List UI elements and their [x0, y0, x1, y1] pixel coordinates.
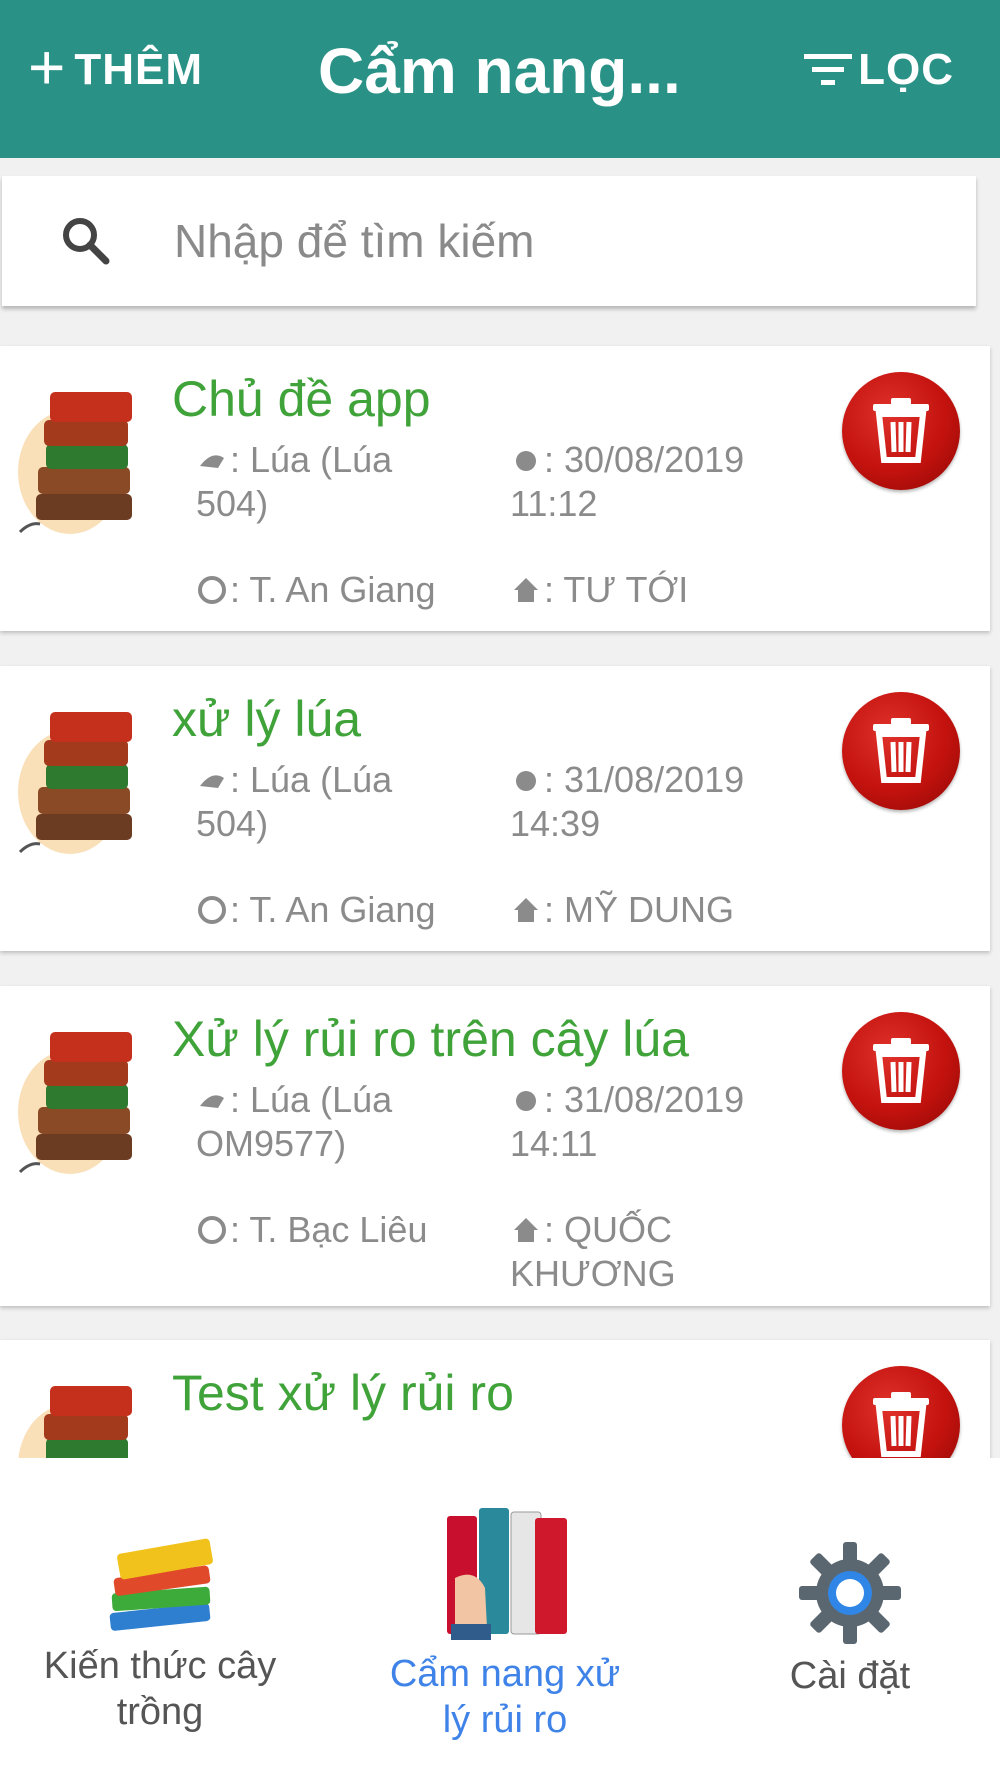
list-item[interactable]: Chủ đề app : Lúa (Lúa 504) : 30/08/2019 …	[0, 346, 990, 631]
globe-icon	[198, 896, 226, 924]
add-button[interactable]: + THÊM	[28, 35, 204, 100]
globe-icon	[198, 1216, 226, 1244]
crop-icon	[200, 1095, 224, 1108]
crop-icon	[200, 775, 224, 788]
trash-icon	[873, 718, 929, 783]
item-province-value: T. An Giang	[249, 569, 436, 610]
home-icon	[514, 898, 538, 922]
item-datetime-value: 31/08/2019 14:39	[510, 759, 745, 844]
list-item[interactable]: Test xử lý rủi ro	[0, 1340, 990, 1458]
bug-icon	[516, 771, 536, 791]
trash-icon	[873, 1038, 929, 1103]
plus-icon: +	[28, 31, 67, 103]
home-icon	[514, 1218, 538, 1242]
item-datetime: : 31/08/2019 14:39	[510, 759, 745, 844]
tab-settings[interactable]: Cài đặt	[740, 1538, 960, 1699]
item-title: Xử lý rủi ro trên cây lúa	[172, 1011, 689, 1067]
item-province-value: T. Bạc Liêu	[249, 1209, 428, 1250]
item-farm: : MỸ DUNG	[510, 888, 800, 932]
item-crop: : Lúa (Lúa OM9577)	[196, 1079, 393, 1164]
delete-button[interactable]	[842, 1366, 960, 1458]
filter-button-label: LỌC	[858, 45, 954, 94]
tab-handbook[interactable]: Cẩm nang xử lý rủi ro	[360, 1498, 650, 1743]
add-button-label: THÊM	[74, 45, 204, 94]
tab-settings-label: Cài đặt	[789, 1655, 911, 1697]
item-farm-value: MỸ DUNG	[564, 889, 735, 930]
book-stack-icon	[18, 1032, 132, 1174]
search-bar	[2, 176, 976, 306]
handbook-list: Chủ đề app : Lúa (Lúa 504) : 30/08/2019 …	[0, 330, 1000, 1458]
item-datetime-value: 31/08/2019 14:11	[510, 1079, 745, 1164]
delete-button[interactable]	[842, 692, 960, 810]
item-province: : T. An Giang	[196, 568, 496, 612]
item-datetime: : 30/08/2019 11:12	[510, 439, 745, 524]
tab-knowledge[interactable]: Kiến thức cây trồng	[20, 1528, 300, 1735]
tab-knowledge-label: Kiến thức cây trồng	[43, 1645, 277, 1733]
home-icon	[514, 578, 538, 602]
gear-icon	[799, 1542, 901, 1644]
filter-icon	[804, 54, 853, 85]
handbook-icon	[447, 1508, 567, 1640]
item-farm: : TƯ TỚI	[510, 568, 800, 612]
list-item[interactable]: xử lý lúa : Lúa (Lúa 504) : 31/08/2019 1…	[0, 666, 990, 951]
item-crop: : Lúa (Lúa 504)	[196, 759, 393, 844]
item-datetime-value: 30/08/2019 11:12	[510, 439, 745, 524]
item-farm: : QUỐC KHƯƠNG	[510, 1209, 676, 1294]
bug-icon	[516, 451, 536, 471]
item-title: Chủ đề app	[172, 371, 431, 427]
book-stack-icon	[18, 1386, 132, 1458]
search-input[interactable]	[172, 213, 936, 269]
bottom-nav: Kiến thức cây trồng Cẩm nang xử lý rủi r…	[0, 1458, 1000, 1778]
item-crop: : Lúa (Lúa 504)	[196, 439, 393, 524]
item-province-value: T. An Giang	[249, 889, 436, 930]
item-province: : T. An Giang	[196, 888, 496, 932]
item-title: xử lý lúa	[172, 691, 362, 747]
trash-icon	[873, 1392, 929, 1457]
book-stack-icon	[18, 392, 132, 534]
delete-button[interactable]	[842, 1012, 960, 1130]
item-farm-value: TƯ TỚI	[563, 569, 689, 610]
search-icon	[63, 218, 110, 265]
crop-icon	[200, 455, 224, 468]
list-item[interactable]: Xử lý rủi ro trên cây lúa : Lúa (Lúa OM9…	[0, 986, 990, 1306]
page-title: Cẩm nang...	[318, 35, 681, 107]
filter-button[interactable]: LỌC	[802, 40, 954, 100]
item-datetime: : 31/08/2019 14:11	[510, 1079, 745, 1164]
books-icon	[109, 1538, 213, 1631]
app-header: + THÊM Cẩm nang... LỌC	[0, 0, 1000, 158]
item-title: Test xử lý rủi ro	[172, 1365, 514, 1421]
item-province: : T. Bạc Liêu	[196, 1208, 496, 1252]
book-stack-icon	[18, 712, 132, 854]
globe-icon	[198, 576, 226, 604]
delete-button[interactable]	[842, 372, 960, 490]
tab-handbook-label: Cẩm nang xử lý rủi ro	[389, 1653, 621, 1741]
trash-icon	[873, 398, 929, 463]
bug-icon	[516, 1091, 536, 1111]
